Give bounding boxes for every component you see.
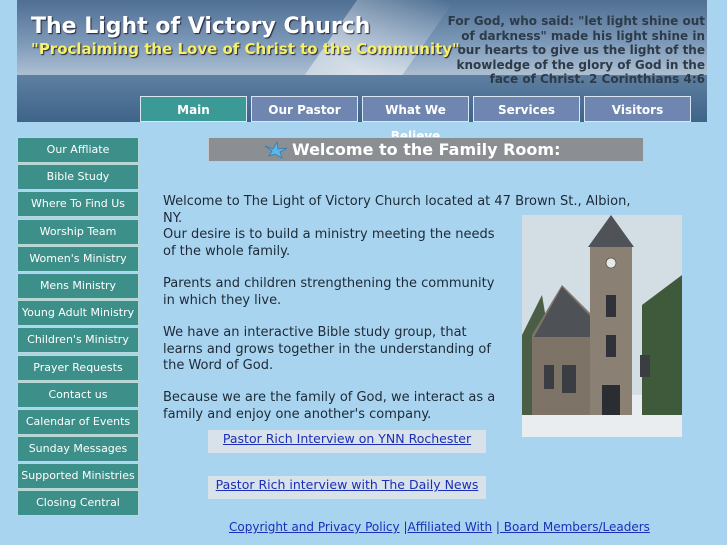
sidebar-item-childrens-ministry[interactable]: Children's Ministry	[17, 327, 139, 354]
sidebar-item-calendar-of-events[interactable]: Calendar of Events	[17, 408, 139, 435]
bible-study-paragraph: We have an interactive Bible study group…	[163, 325, 491, 373]
dove-icon	[263, 140, 289, 164]
ynn-interview-link[interactable]: Pastor Rich Interview on YNN Rochester	[223, 431, 471, 446]
tab-visitors[interactable]: Visitors	[584, 96, 691, 122]
scripture-verse: For God, who said: "let light shine out …	[447, 14, 705, 86]
sidebar-item-bible-study[interactable]: Bible Study	[17, 164, 139, 191]
daily-news-link[interactable]: Pastor Rich interview with The Daily New…	[216, 477, 479, 492]
sidebar-navigation: Our Affliate Bible Study Where To Find U…	[17, 137, 139, 518]
tab-main[interactable]: Main	[140, 96, 247, 122]
ministry-paragraph: Our desire is to build a ministry meetin…	[163, 227, 495, 259]
site-tagline: "Proclaiming the Love of Christ to the C…	[31, 40, 460, 58]
affiliated-link[interactable]: Affiliated With	[407, 520, 492, 534]
sidebar-item-womens-ministry[interactable]: Women's Ministry	[17, 245, 139, 272]
welcome-heading-bar: Welcome to the Family Room:	[208, 137, 644, 162]
site-title: The Light of Victory Church	[31, 14, 371, 39]
tab-our-pastor[interactable]: Our Pastor	[251, 96, 358, 122]
sidebar-item-contact-us[interactable]: Contact us	[17, 381, 139, 408]
board-members-link[interactable]: Board Members/Leaders	[500, 520, 650, 534]
tab-what-we-believe[interactable]: What We Believe	[362, 96, 469, 143]
tab-services[interactable]: Services	[473, 96, 580, 122]
church-photo	[522, 215, 682, 437]
footer: Copyright and Privacy Policy |Affiliated…	[229, 520, 650, 534]
welcome-heading: Welcome to the Family Room:	[292, 140, 561, 159]
footer-separator: |	[492, 520, 500, 534]
sidebar-item-mens-ministry[interactable]: Mens Ministry	[17, 272, 139, 299]
sidebar-item-our-affliate[interactable]: Our Affliate	[17, 137, 139, 163]
sidebar-item-where-to-find-us[interactable]: Where To Find Us	[17, 191, 139, 218]
sidebar-item-prayer-requests[interactable]: Prayer Requests	[17, 354, 139, 381]
sidebar-item-supported-ministries[interactable]: Supported Ministries	[17, 463, 139, 490]
sidebar-item-closing-central[interactable]: Closing Central	[17, 490, 139, 517]
family-paragraph: Because we are the family of God, we int…	[163, 390, 496, 422]
copyright-link[interactable]: Copyright and Privacy Policy	[229, 520, 400, 534]
sidebar-item-worship-team[interactable]: Worship Team	[17, 218, 139, 245]
sidebar-item-young-adult-ministry[interactable]: Young Adult Ministry	[17, 300, 139, 327]
community-paragraph: Parents and children strengthening the c…	[163, 276, 495, 308]
ynn-interview-link-box: Pastor Rich Interview on YNN Rochester	[208, 430, 486, 453]
daily-news-link-box: Pastor Rich interview with The Daily New…	[208, 476, 486, 499]
sidebar-item-sunday-messages[interactable]: Sunday Messages	[17, 436, 139, 463]
